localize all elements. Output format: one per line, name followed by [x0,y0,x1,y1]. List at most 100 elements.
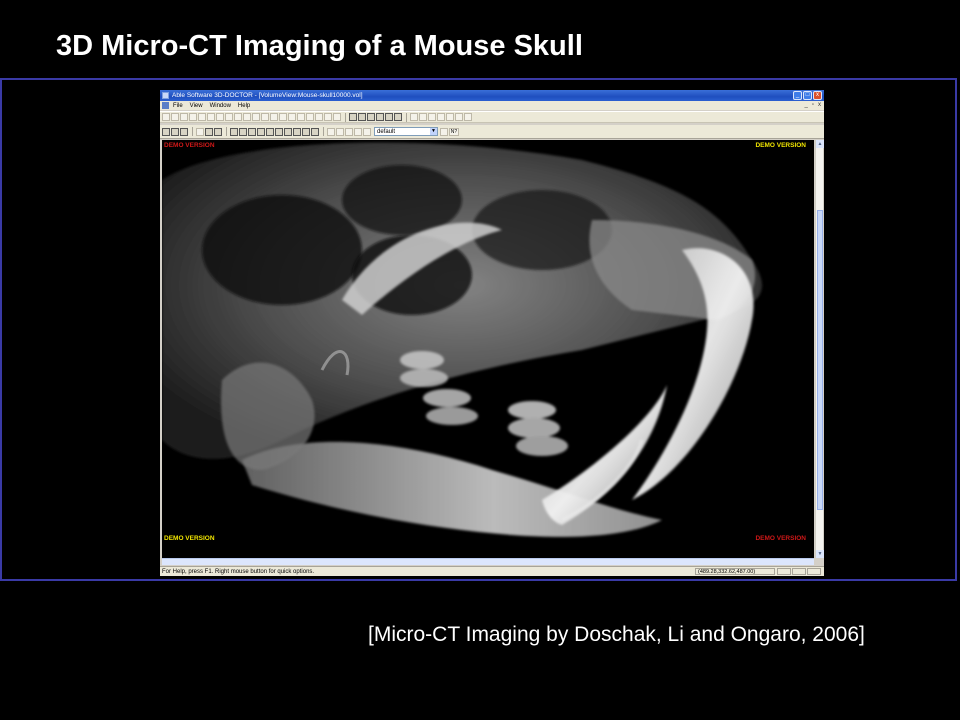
toolbar-separator [406,112,407,122]
vertical-scrollbar[interactable]: ▲ ▼ [815,140,824,558]
tool-button[interactable] [455,113,463,121]
chevron-down-icon[interactable]: ▼ [430,128,437,135]
document-icon[interactable] [162,102,169,109]
tool-button[interactable] [327,127,335,136]
menu-view[interactable]: View [190,102,203,110]
app-window: Able Software 3D-DOCTOR - [VolumeView:Mo… [160,90,824,576]
tool-button[interactable] [225,113,233,121]
tool-button[interactable] [198,113,206,121]
tool-button[interactable] [171,113,179,121]
play-icon[interactable] [214,127,222,136]
status-pane [777,568,791,575]
tool-button[interactable] [279,113,287,121]
horizontal-scrollbar[interactable] [162,558,814,565]
toolbar-separator [226,127,227,136]
scrollbar-thumb[interactable] [817,210,823,510]
tool-button[interactable] [234,113,242,121]
toolbar-secondary: default ▼ N? [160,125,824,139]
tool-button[interactable] [385,113,393,121]
pan-icon[interactable] [248,127,256,136]
demo-watermark-top-right: DEMO VERSION [755,142,806,149]
window-titlebar[interactable]: Able Software 3D-DOCTOR - [VolumeView:Mo… [160,90,824,101]
tool-button[interactable] [376,113,384,121]
rotate-icon[interactable] [302,127,310,136]
tool-button[interactable] [437,113,445,121]
menubar: File View Window Help _ ▫ x [160,101,824,110]
minimize-button[interactable]: _ [793,91,802,100]
tool-button[interactable] [306,113,314,121]
rotate-icon[interactable] [293,127,301,136]
tool-button[interactable] [261,113,269,121]
tool-button[interactable] [324,113,332,121]
tool-button[interactable] [207,113,215,121]
tool-button[interactable] [410,113,418,121]
status-pane [807,568,821,575]
render-preset-select[interactable]: default ▼ [374,127,438,136]
tool-button[interactable] [354,127,362,136]
rotate-icon[interactable] [266,127,274,136]
tool-button[interactable] [252,113,260,121]
rotate-icon[interactable] [257,127,265,136]
tool-button[interactable] [243,113,251,121]
zoom-out-icon[interactable] [239,127,247,136]
slide-title: 3D Micro-CT Imaging of a Mouse Skull [56,30,583,62]
scroll-up-icon[interactable]: ▲ [816,140,824,148]
demo-watermark-top-left: DEMO VERSION [164,142,215,149]
scroll-down-icon[interactable]: ▼ [816,550,824,558]
tool-button[interactable] [180,113,188,121]
help-cursor-icon[interactable]: N? [449,127,459,136]
child-minimize-button[interactable]: _ [805,101,808,110]
toolbar-separator [323,127,324,136]
new-file-icon[interactable] [162,127,170,136]
tool-button[interactable] [345,127,353,136]
zoom-icon[interactable] [230,127,238,136]
tool-button[interactable] [270,113,278,121]
tool-button[interactable] [336,127,344,136]
tool-button[interactable] [428,113,436,121]
volume-render-viewport[interactable]: DEMO VERSION DEMO VERSION DEMO VERSION D… [162,140,814,558]
status-pane [792,568,806,575]
status-help-text: For Help, press F1. Right mouse button f… [162,569,315,575]
window-title: Able Software 3D-DOCTOR - [VolumeView:Mo… [172,92,363,99]
maximize-button[interactable]: □ [803,91,812,100]
pointer-icon[interactable] [205,127,213,136]
tool-button[interactable] [464,113,472,121]
status-coordinates: (489.28,332.62,487.00) [695,568,775,575]
rotate-icon[interactable] [284,127,292,136]
render-preset-value: default [377,129,396,135]
demo-watermark-bottom-right: DEMO VERSION [755,535,806,542]
open-folder-icon[interactable] [171,127,179,136]
app-icon [162,92,169,99]
tool-button[interactable] [297,113,305,121]
tool-button[interactable] [216,113,224,121]
rotate-icon[interactable] [311,127,319,136]
tool-button[interactable] [162,113,170,121]
toolbar-primary [160,111,824,123]
tool-button[interactable] [288,113,296,121]
demo-watermark-bottom-left: DEMO VERSION [164,535,215,542]
statusbar: For Help, press F1. Right mouse button f… [160,566,824,576]
menu-file[interactable]: File [173,102,183,110]
menu-help[interactable]: Help [238,102,250,110]
rotate-icon[interactable] [275,127,283,136]
close-button[interactable]: x [813,91,822,100]
toolbar-separator [345,112,346,122]
tool-button[interactable] [315,113,323,121]
tool-button[interactable] [189,113,197,121]
tool-button[interactable] [446,113,454,121]
slide-caption: [Micro-CT Imaging by Doschak, Li and Ong… [368,623,865,646]
tool-button[interactable] [440,127,448,136]
menu-window[interactable]: Window [210,102,231,110]
tool-button[interactable] [196,127,204,136]
mouse-skull-render [162,142,762,537]
tool-button[interactable] [363,127,371,136]
tool-button[interactable] [367,113,375,121]
tool-button[interactable] [394,113,402,121]
save-icon[interactable] [180,127,188,136]
pencil-icon[interactable] [349,113,357,121]
child-close-button[interactable]: x [818,101,821,110]
child-restore-button[interactable]: ▫ [812,101,814,110]
tool-button[interactable] [358,113,366,121]
tool-button[interactable] [419,113,427,121]
tool-button[interactable] [333,113,341,121]
